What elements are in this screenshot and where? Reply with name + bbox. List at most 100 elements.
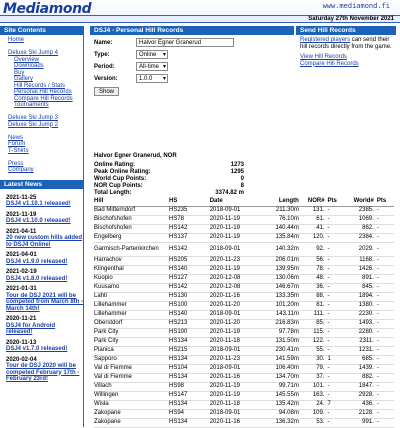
table-cell: 97.78m (258, 328, 302, 338)
main-panel: DSJ4 - Personal Hill Records Name: Halvo… (90, 26, 294, 99)
period-select[interactable]: All-time (136, 62, 168, 71)
name-input[interactable]: Halvor Egner Granerud (136, 38, 234, 47)
sidebar-link[interactable]: Downloads (14, 63, 44, 69)
table-row: Villach HS98 2020-11-19 99.71m 101. -1847. - (94, 382, 394, 392)
sidebar-link[interactable]: Buy (14, 70, 24, 76)
table-cell: 862. (344, 224, 377, 234)
table-row: Kuopio HS127 2020-12-08 130.06m 48. -891. - (94, 274, 394, 284)
table-cell: HS215 (169, 346, 210, 356)
table-cell: 41. (301, 224, 328, 234)
sidebar-link[interactable]: Deluxe Ski Jump 3 (8, 115, 58, 121)
table-cell: 139.95m (258, 265, 302, 275)
table-cell: - (376, 256, 394, 266)
news-link[interactable]: DSJ4 v1.10.0 released! (6, 218, 71, 224)
table-cell: 2020-11-18 (209, 400, 259, 410)
version-label: Version: (94, 76, 118, 82)
sidebar-link[interactable]: T-Shirts (8, 148, 29, 154)
sidebar-link[interactable]: Gallery (14, 76, 33, 82)
news-item: DSJ4 for Android released! (6, 323, 83, 336)
table-row: Bad Mitterndorf HS235 2018-09-01 211.30m 131… (94, 206, 394, 216)
table-cell: Lahti (94, 292, 169, 302)
table-row: Val di Fiemme HS134 2020-11-16 134.70m 37. -8… (94, 373, 394, 383)
table-row: Kuusamo HS142 2020-12-08 146.67m 36. -845. - (94, 283, 394, 293)
sidebar-link[interactable]: Home (8, 37, 24, 43)
stat-value: 3374.82 m (215, 190, 244, 196)
table-cell: - (376, 224, 394, 234)
column-header: Length (258, 198, 302, 207)
table-cell: 991. (344, 418, 377, 428)
table-cell: Val di Fiemme (94, 373, 169, 383)
news-link[interactable]: DSJ4 v1.8.0 released! (6, 276, 67, 282)
sidebar-links: Home Deluxe Ski Jump 4 Overview Downloads Bu… (0, 35, 83, 174)
sidebar-link[interactable]: Deluxe Ski Jump 4 (8, 50, 58, 56)
table-cell: 135.84m (258, 233, 302, 243)
news-item: 20 new custom hills added to DSJ4 Online… (6, 235, 83, 248)
news-link[interactable]: 20 new custom hills added to DSJ4 Online… (6, 235, 82, 248)
table-cell: 2018-09-01 (209, 346, 259, 356)
sidebar-link[interactable]: Overview (14, 57, 39, 63)
sidebar-link[interactable]: Company (8, 167, 34, 173)
table-cell: 1231. (344, 346, 377, 356)
table-row: Zakopane HS94 2018-09-01 94.08m 109. -2128. - (94, 409, 394, 419)
sidebar-link[interactable]: Personal Hill Records (14, 89, 72, 95)
table-cell: HS142 (169, 224, 210, 234)
stat-label: World Cup Points: (94, 176, 147, 182)
send-records-title: Send Hill Records (296, 26, 396, 35)
table-cell: HS134 (169, 373, 210, 383)
version-select[interactable]: 1.0.0 (136, 74, 168, 83)
table-cell: 120. (301, 233, 328, 243)
table-cell: 78. (301, 265, 328, 275)
show-button[interactable]: Show (94, 87, 120, 96)
table-cell: Klingenthal (94, 265, 169, 275)
table-cell: - (376, 283, 394, 293)
view-hill-records-link[interactable]: View Hill Records (300, 54, 347, 60)
sidebar-link[interactable]: Press (8, 161, 23, 167)
sidebar-link[interactable]: Deluxe Ski Jump 2 (8, 122, 58, 128)
table-cell: - (327, 233, 345, 243)
table-cell: Kuusamo (94, 283, 169, 293)
type-select[interactable]: Online (136, 50, 168, 59)
stat-row: NOR Cup Points: 8 (94, 183, 244, 190)
table-cell: Planica (94, 346, 169, 356)
sidebar-link[interactable]: News (8, 135, 23, 141)
registered-players-link[interactable]: Registered players (300, 37, 350, 43)
table-cell: - (327, 301, 345, 311)
table-cell: 2385. (344, 206, 377, 216)
table-cell: Oberstdorf (94, 319, 169, 329)
sidebar-link[interactable]: Forum (8, 141, 25, 147)
news-link[interactable]: Tour de DSJ 2021 will be competed from M… (6, 293, 83, 312)
news-link[interactable]: DSJ4 v1.9.0 released! (6, 259, 67, 265)
news-link[interactable]: DSJ4 for Android released! (6, 323, 55, 336)
table-cell: 211.30m (258, 206, 302, 216)
table-cell: 56. (301, 256, 328, 266)
sidebar-link[interactable]: Compare Hill Records (14, 96, 73, 102)
table-cell: 61. (301, 215, 328, 225)
table-row: Val di Fiemme HS104 2018-09-01 106.40m 79. -1… (94, 364, 394, 374)
table-cell: HS134 (169, 337, 210, 347)
table-cell: - (327, 310, 345, 320)
sidebar-link[interactable]: Tournaments (14, 102, 49, 108)
table-cell: 1 (327, 355, 345, 365)
table-cell: - (376, 409, 394, 419)
table-cell: - (376, 215, 394, 225)
table-cell: - (327, 382, 345, 392)
sidebar-link[interactable]: Hill Records / Stats (14, 83, 65, 89)
table-cell: 143.11m (258, 310, 302, 320)
table-cell: HS140 (169, 310, 210, 320)
table-cell: - (327, 206, 345, 216)
filter-form: Name: Halvor Egner Granerud Type: Online… (90, 35, 294, 99)
table-cell: - (327, 292, 345, 302)
table-cell: 30. (301, 355, 328, 365)
table-cell: HS78 (169, 215, 210, 225)
table-cell: 2029. (344, 242, 377, 257)
news-link[interactable]: Tour de DSJ 2020 will be competed Februa… (6, 363, 79, 382)
compare-hill-records-link[interactable]: Compare Hill Records (300, 61, 359, 67)
table-cell: 2020-11-16 (209, 418, 259, 428)
table-cell: Park City (94, 328, 169, 338)
stat-value: 8 (240, 183, 244, 189)
table-cell: 94.08m (258, 409, 302, 419)
table-cell: - (376, 382, 394, 392)
table-cell: 2020-11-19 (209, 215, 259, 225)
news-link[interactable]: DSJ4 v1.7.0 released! (6, 346, 67, 352)
news-link[interactable]: DSJ4 v1.10.1 released! (6, 201, 71, 207)
